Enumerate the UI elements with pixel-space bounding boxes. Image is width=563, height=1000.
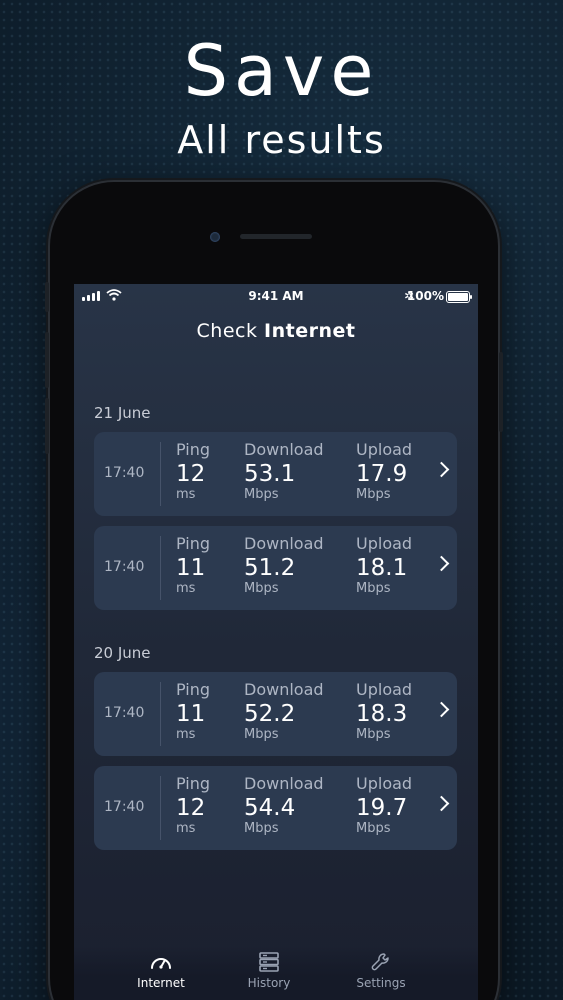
- result-time: 17:40: [104, 559, 145, 575]
- ping-value: 12: [176, 461, 206, 487]
- chevron-right-icon[interactable]: [433, 701, 450, 718]
- download-value: 53.1: [244, 461, 296, 487]
- app-title-light: Check: [196, 320, 258, 342]
- upload-metric: Upload 18.3 Mbps: [356, 680, 412, 742]
- ping-label: Ping: [176, 440, 211, 459]
- app-title-bold: Internet: [264, 320, 356, 342]
- ping-unit: ms: [176, 821, 196, 836]
- tab-history[interactable]: History: [224, 952, 314, 990]
- battery-icon: [446, 291, 472, 303]
- download-label: Download: [244, 680, 324, 699]
- upload-label: Upload: [356, 440, 413, 459]
- phone-frame: 9:41 AM ✲ 100% Check Internet 21 June 17…: [45, 182, 503, 1000]
- tab-internet[interactable]: Internet: [116, 952, 206, 990]
- tab-internet-label: Internet: [137, 976, 185, 990]
- chevron-right-icon[interactable]: [433, 461, 450, 478]
- upload-label: Upload: [356, 774, 413, 793]
- tab-bar: Internet History Settings: [74, 946, 478, 1000]
- battery-percent: 100%: [406, 289, 444, 303]
- upload-metric: Upload 19.7 Mbps: [356, 774, 412, 836]
- earpiece-speaker: [240, 234, 312, 239]
- ping-metric: Ping 11 ms: [176, 680, 210, 742]
- ping-metric: Ping 12 ms: [176, 774, 210, 836]
- phone-screen: 9:41 AM ✲ 100% Check Internet 21 June 17…: [74, 284, 478, 1000]
- download-label: Download: [244, 534, 324, 553]
- mute-switch: [45, 282, 49, 312]
- power-button: [499, 352, 503, 432]
- upload-metric: Upload 17.9 Mbps: [356, 440, 412, 502]
- upload-value: 18.3: [356, 701, 408, 727]
- volume-down-button: [45, 398, 49, 454]
- tab-settings[interactable]: Settings: [336, 952, 426, 990]
- download-unit: Mbps: [244, 821, 279, 836]
- chevron-right-icon[interactable]: [433, 795, 450, 812]
- tab-history-label: History: [247, 976, 291, 990]
- front-camera: [210, 232, 220, 242]
- app-store-screenshot: Save All results 9:41 AM ✲ 100% Check In…: [0, 0, 563, 1000]
- wrench-icon: [371, 953, 389, 971]
- result-time: 17:40: [104, 799, 145, 815]
- upload-value: 18.1: [356, 555, 408, 581]
- result-card[interactable]: 17:40 Ping 11 ms Download 52.2 Mbps Uplo…: [94, 672, 457, 756]
- date-header: 20 June: [94, 644, 151, 662]
- card-divider: [160, 682, 161, 746]
- card-divider: [160, 536, 161, 600]
- result-card[interactable]: 17:40 Ping 12 ms Download 54.4 Mbps Uplo…: [94, 766, 457, 850]
- upload-value: 17.9: [356, 461, 408, 487]
- ping-unit: ms: [176, 581, 196, 596]
- upload-unit: Mbps: [356, 581, 391, 596]
- download-value: 51.2: [244, 555, 296, 581]
- download-value: 52.2: [244, 701, 296, 727]
- result-card[interactable]: 17:40 Ping 12 ms Download 53.1 Mbps Uplo…: [94, 432, 457, 516]
- download-unit: Mbps: [244, 727, 279, 742]
- ping-unit: ms: [176, 727, 196, 742]
- result-card[interactable]: 17:40 Ping 11 ms Download 51.2 Mbps Uplo…: [94, 526, 457, 610]
- download-unit: Mbps: [244, 487, 279, 502]
- upload-unit: Mbps: [356, 487, 391, 502]
- ping-unit: ms: [176, 487, 196, 502]
- ping-metric: Ping 11 ms: [176, 534, 210, 596]
- download-unit: Mbps: [244, 581, 279, 596]
- ping-metric: Ping 12 ms: [176, 440, 210, 502]
- upload-metric: Upload 18.1 Mbps: [356, 534, 412, 596]
- app-title: Check Internet: [74, 320, 478, 342]
- result-time: 17:40: [104, 705, 145, 721]
- server-stack-icon: [259, 952, 279, 972]
- download-metric: Download 54.4 Mbps: [244, 774, 324, 836]
- download-label: Download: [244, 774, 324, 793]
- tab-settings-label: Settings: [356, 976, 406, 990]
- download-metric: Download 51.2 Mbps: [244, 534, 324, 596]
- upload-unit: Mbps: [356, 727, 391, 742]
- download-label: Download: [244, 440, 324, 459]
- chevron-right-icon[interactable]: [433, 555, 450, 572]
- upload-unit: Mbps: [356, 821, 391, 836]
- upload-label: Upload: [356, 680, 413, 699]
- card-divider: [160, 442, 161, 506]
- ping-value: 11: [176, 701, 206, 727]
- upload-label: Upload: [356, 534, 413, 553]
- ping-value: 11: [176, 555, 206, 581]
- ping-value: 12: [176, 795, 206, 821]
- result-time: 17:40: [104, 465, 145, 481]
- ping-label: Ping: [176, 680, 211, 699]
- ping-label: Ping: [176, 534, 211, 553]
- card-divider: [160, 776, 161, 840]
- upload-value: 19.7: [356, 795, 408, 821]
- hero-subtitle: All results: [177, 118, 386, 162]
- status-bar: 9:41 AM ✲ 100%: [74, 284, 478, 308]
- download-value: 54.4: [244, 795, 296, 821]
- date-header: 21 June: [94, 404, 151, 422]
- volume-up-button: [45, 332, 49, 388]
- hero-title: Save: [183, 30, 380, 112]
- download-metric: Download 52.2 Mbps: [244, 680, 324, 742]
- speedometer-icon: [151, 958, 171, 969]
- download-metric: Download 53.1 Mbps: [244, 440, 324, 502]
- ping-label: Ping: [176, 774, 211, 793]
